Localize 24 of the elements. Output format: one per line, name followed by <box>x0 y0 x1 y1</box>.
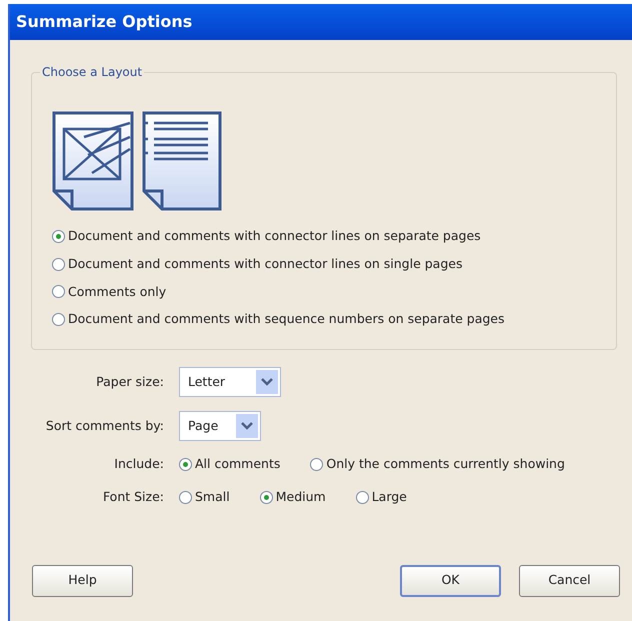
font-size-option[interactable]: Large <box>356 488 407 506</box>
page-with-text-lines-icon <box>142 111 224 211</box>
chevron-down-icon <box>236 414 258 438</box>
field-label: Sort comments by: <box>44 416 164 435</box>
chevron-down-icon <box>256 370 278 394</box>
layout-option[interactable]: Document and comments with connector lines on single pages <box>52 254 616 274</box>
sort-by-dropdown[interactable]: Page <box>179 411 261 441</box>
field-label: Include: <box>113 455 164 473</box>
font-size-option[interactable]: Medium <box>260 488 326 506</box>
layout-option[interactable]: Comments only <box>52 282 616 302</box>
dialog-button[interactable]: Help <box>32 564 133 596</box>
paper-size-dropdown[interactable]: Letter <box>179 367 281 397</box>
layout-option[interactable]: Document and comments with connector lines on separate pages <box>52 227 616 246</box>
font-size-option[interactable]: Small <box>179 488 230 506</box>
window-title: Summarize Options <box>16 11 192 33</box>
layout-option[interactable]: Document and comments with sequence numbers on separate pages <box>52 310 616 329</box>
page-with-connector-lines-icon <box>52 111 134 211</box>
field-label: Font Size: <box>102 488 164 506</box>
group-title: Choose a Layout <box>40 64 144 80</box>
field-label: Paper size: <box>95 372 164 391</box>
dialog-button[interactable]: Cancel <box>519 564 620 596</box>
dialog-button[interactable]: OK <box>400 564 501 596</box>
include-option[interactable]: All comments <box>179 455 280 474</box>
include-option[interactable]: Only the comments currently showing <box>310 455 565 474</box>
